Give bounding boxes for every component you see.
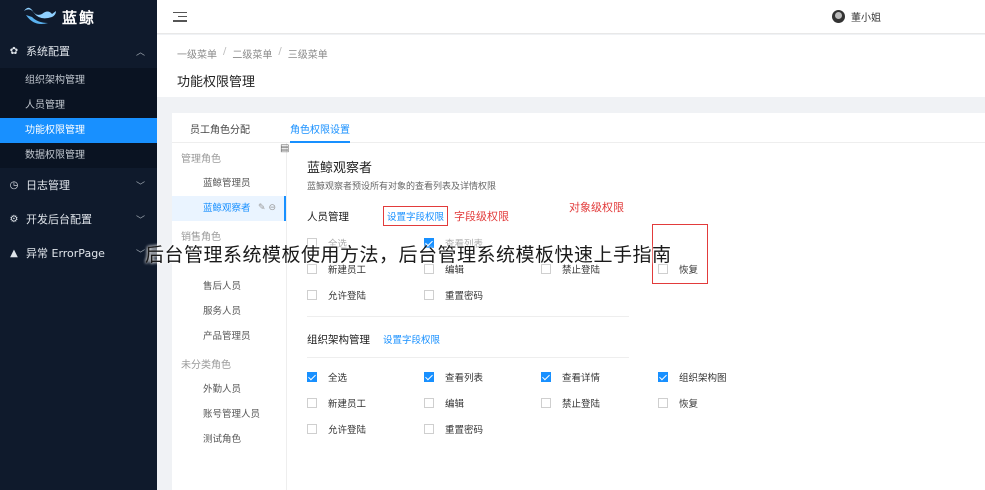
whale-logo-icon: [24, 7, 56, 24]
checkbox[interactable]: [307, 424, 317, 434]
content-card: 员工角色分配 角色权限设置 管理角色 蓝鲸管理员 蓝鲸观察者 ✎ ⊖ 销售角色 …: [172, 113, 985, 490]
role-item-actions: ✎ ⊖: [258, 196, 276, 221]
role-item[interactable]: 外勤人员: [172, 377, 286, 402]
chevron-down-icon: ﹀: [135, 215, 145, 226]
role-title: 蓝鲸观察者: [307, 161, 373, 176]
sidebar-item-function-permissions[interactable]: 功能权限管理: [0, 118, 157, 143]
clock-icon: ◷: [9, 179, 19, 191]
user-menu[interactable]: 董小姐: [832, 9, 881, 24]
avatar: [832, 10, 845, 23]
checkbox-item[interactable]: 允许登陆: [307, 282, 424, 308]
page-title: 功能权限管理: [177, 75, 256, 90]
role-item[interactable]: 蓝鲸管理员: [172, 171, 286, 196]
role-item[interactable]: 服务人员: [172, 299, 286, 324]
breadcrumb-item[interactable]: 一级菜单: [177, 46, 217, 61]
sidebar: 蓝鲸 ✿ 系统配置 ︿ 组织架构管理 人员管理 功能权限管理 数据权限管理 ◷ …: [0, 0, 157, 490]
set-field-permission-link[interactable]: 设置字段权限: [383, 206, 449, 226]
chevron-up-icon: ︿: [135, 47, 145, 58]
permission-checkbox-grid: 全选 查看列表 查看详情 组织架构图 新建员工 编辑 禁止登陆 恢复 允许登陆 …: [307, 364, 985, 442]
breadcrumb-item: 三级菜单: [287, 50, 328, 61]
checkbox[interactable]: [541, 398, 551, 408]
tab-bar: 员工角色分配 角色权限设置: [172, 113, 985, 143]
checkbox-item[interactable]: 新建员工: [307, 390, 424, 416]
checkbox-item[interactable]: 重置密码: [424, 282, 541, 308]
section-name: 组织架构管理: [307, 333, 370, 346]
checkbox[interactable]: [424, 424, 434, 434]
checkbox[interactable]: [658, 372, 668, 382]
logo-text: 蓝鲸: [62, 8, 97, 27]
role-item[interactable]: 账号管理人员: [172, 402, 286, 427]
chevron-down-icon: ﹀: [135, 249, 145, 260]
tab-role-permission-settings[interactable]: 角色权限设置: [290, 113, 350, 143]
sidebar-group-system-config[interactable]: ✿ 系统配置 ︿: [0, 34, 157, 68]
overlay-caption: 后台管理系统模板使用方法，后台管理系统模板快速上手指南: [145, 244, 672, 266]
sidebar-item-data-permissions[interactable]: 数据权限管理: [0, 143, 157, 168]
checkbox-item[interactable]: 重置密码: [424, 416, 541, 442]
warning-icon: ▲: [10, 247, 18, 259]
sidebar-group-error-page[interactable]: ▲ 异常 ErrorPage ﹀: [0, 236, 157, 270]
sidebar-item-org-structure[interactable]: 组织架构管理: [0, 68, 157, 93]
checkbox-item[interactable]: 查看列表: [424, 364, 541, 390]
checkbox[interactable]: [658, 398, 668, 408]
breadcrumb: 一级菜单 / 二级菜单 / 三级菜单: [177, 46, 985, 61]
sidebar-group-label: 系统配置: [26, 45, 70, 58]
role-list: 管理角色 蓝鲸管理员 蓝鲸观察者 ✎ ⊖ 销售角色 售后人员 服务人员 产品管理…: [172, 143, 287, 490]
checkbox[interactable]: [307, 372, 317, 382]
checkbox-item[interactable]: 禁止登陆: [541, 390, 658, 416]
menu-toggle-icon[interactable]: [173, 11, 187, 22]
section-name: 人员管理: [307, 210, 349, 223]
annotation-object-level: 对象级权限: [569, 201, 624, 214]
sidebar-item-personnel[interactable]: 人员管理: [0, 93, 157, 118]
sidebar-group-label: 开发后台配置: [26, 213, 92, 226]
gear-icon: ✿: [9, 45, 19, 57]
chevron-down-icon: ﹀: [135, 181, 145, 192]
divider: [307, 357, 629, 358]
breadcrumb-separator: /: [278, 46, 282, 57]
user-name: 董小姐: [851, 13, 881, 24]
remove-icon[interactable]: ⊖: [268, 203, 276, 213]
checkbox[interactable]: [424, 290, 434, 300]
top-header: 董小姐: [157, 0, 985, 34]
checkbox-item[interactable]: 查看详情: [541, 364, 658, 390]
role-group-label: 管理角色: [181, 154, 221, 165]
permission-panel: ▤ 蓝鲸观察者 蓝鲸观察者预设所有对象的查看列表及详情权限 人员管理 设置字段权…: [280, 143, 985, 490]
checkbox[interactable]: [307, 398, 317, 408]
checkbox[interactable]: [307, 290, 317, 300]
checkbox-item[interactable]: 允许登陆: [307, 416, 424, 442]
checkbox[interactable]: [424, 372, 434, 382]
checkbox-item[interactable]: 组织架构图: [658, 364, 775, 390]
role-group-label: 未分类角色: [181, 360, 231, 371]
role-description: 蓝鲸观察者预设所有对象的查看列表及详情权限: [307, 182, 497, 192]
checkbox-item[interactable]: 编辑: [424, 390, 541, 416]
document-icon: ▤: [280, 143, 290, 154]
sidebar-group-label: 异常 ErrorPage: [26, 247, 105, 260]
role-item[interactable]: 产品管理员: [172, 324, 286, 349]
checkbox[interactable]: [541, 372, 551, 382]
sidebar-group-dev-config[interactable]: ⚙ 开发后台配置 ﹀: [0, 202, 157, 236]
permission-section-org-structure: 组织架构管理 设置字段权限 全选 查看列表 查看详情 组织架构图 新建员工 编辑…: [307, 329, 985, 442]
checkbox-item[interactable]: 恢复: [658, 390, 775, 416]
set-field-permission-link[interactable]: 设置字段权限: [383, 332, 440, 346]
page-header: 一级菜单 / 二级菜单 / 三级菜单 功能权限管理: [157, 35, 985, 97]
sidebar-group-logs[interactable]: ◷ 日志管理 ﹀: [0, 168, 157, 202]
breadcrumb-item[interactable]: 二级菜单: [232, 46, 272, 61]
tab-employee-role-assignment[interactable]: 员工角色分配: [190, 113, 250, 143]
role-item[interactable]: 售后人员: [172, 274, 286, 299]
cogs-icon: ⚙: [9, 213, 19, 225]
role-item-label: 蓝鲸观察者: [203, 203, 251, 214]
sidebar-submenu: 组织架构管理 人员管理 功能权限管理 数据权限管理: [0, 68, 157, 168]
role-item-active[interactable]: 蓝鲸观察者 ✎ ⊖: [172, 196, 286, 221]
role-item[interactable]: 测试角色: [172, 427, 286, 452]
checkbox[interactable]: [424, 398, 434, 408]
annotation-field-level: 字段级权限: [454, 210, 509, 223]
edit-icon[interactable]: ✎: [258, 203, 266, 213]
logo[interactable]: 蓝鲸: [0, 0, 157, 34]
divider: [307, 316, 629, 317]
breadcrumb-separator: /: [223, 46, 227, 57]
sidebar-group-label: 日志管理: [26, 179, 70, 192]
checkbox-item[interactable]: 全选: [307, 364, 424, 390]
